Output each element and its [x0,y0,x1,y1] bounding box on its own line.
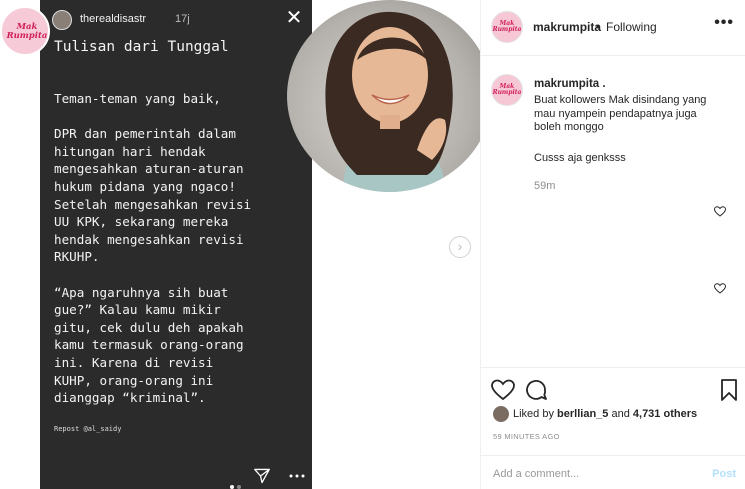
likes-count[interactable]: 4,731 others [633,408,697,420]
instagram-post-view: therealdisastr 17j ✕ Tulisan dari Tungga… [0,0,745,489]
sticker-logo-text: Mak Rumpita [6,22,48,41]
story-title: Tulisan dari Tunggal [54,39,229,55]
story-username: therealdisastr [80,13,147,25]
brand-sticker: Mak Rumpita [0,6,50,56]
post-image-area: therealdisastr 17j ✕ Tulisan dari Tungga… [0,0,480,489]
portrait-illustration [325,11,453,192]
caption-avatar[interactable]: Mak Rumpita [491,74,523,106]
story-avatar [52,10,72,30]
avatar-logo-text: Mak Rumpita [492,20,522,33]
more-options-icon[interactable]: ••• [714,14,734,32]
story-repost: Repost @al_saidy [54,425,122,433]
bookmark-icon[interactable] [717,378,741,402]
like-heart-icon[interactable] [491,378,515,402]
likes-line: Liked by berllian_5 and 4,731 others [493,406,697,422]
next-arrow-button[interactable]: › [449,236,471,258]
caption-username[interactable]: makrumpita . [534,78,606,90]
more-icon [289,474,305,478]
caption-text-2: Cusss aja genksss [534,152,626,164]
follow-status[interactable]: Following [606,20,657,34]
comment-like-heart-icon[interactable] [714,206,726,217]
story-screenshot: therealdisastr 17j ✕ Tulisan dari Tungga… [40,0,312,489]
post-actions [481,367,745,407]
portrait-photo [287,0,480,192]
story-time: 17j [175,13,190,25]
avatar-logo-text: Mak Rumpita [492,83,522,96]
story-progress-dots [230,476,244,489]
comment-bar: Post [481,455,745,489]
send-icon [254,468,270,484]
separator-dot: • [596,20,601,34]
avatar[interactable]: Mak Rumpita [491,11,523,43]
caption-text: Buat kollowers Mak disindang yang mau ny… [534,94,707,133]
close-icon: ✕ [285,7,303,29]
caption-time: 59m [534,180,556,192]
likes-joiner: and [611,407,630,420]
post-comment-button[interactable]: Post [712,468,736,480]
story-header: therealdisastr 17j ✕ [40,0,312,38]
post-header: Mak Rumpita makrumpita • Following ••• [481,0,745,56]
liker-avatar[interactable] [493,406,509,422]
liker-username[interactable]: berllian_5 [557,408,608,420]
likes-prefix: Liked by [513,407,554,420]
post-username[interactable]: makrumpita [533,20,601,34]
post-timestamp[interactable]: 59 MINUTES AGO [493,432,560,441]
story-body: Teman-teman yang baik, DPR dan pemerinta… [54,91,252,406]
comment-icon[interactable] [524,378,548,402]
comment-input[interactable] [493,468,693,480]
post-side-panel: Mak Rumpita makrumpita • Following ••• M… [480,0,745,489]
comment-like-heart-icon[interactable] [714,283,726,294]
